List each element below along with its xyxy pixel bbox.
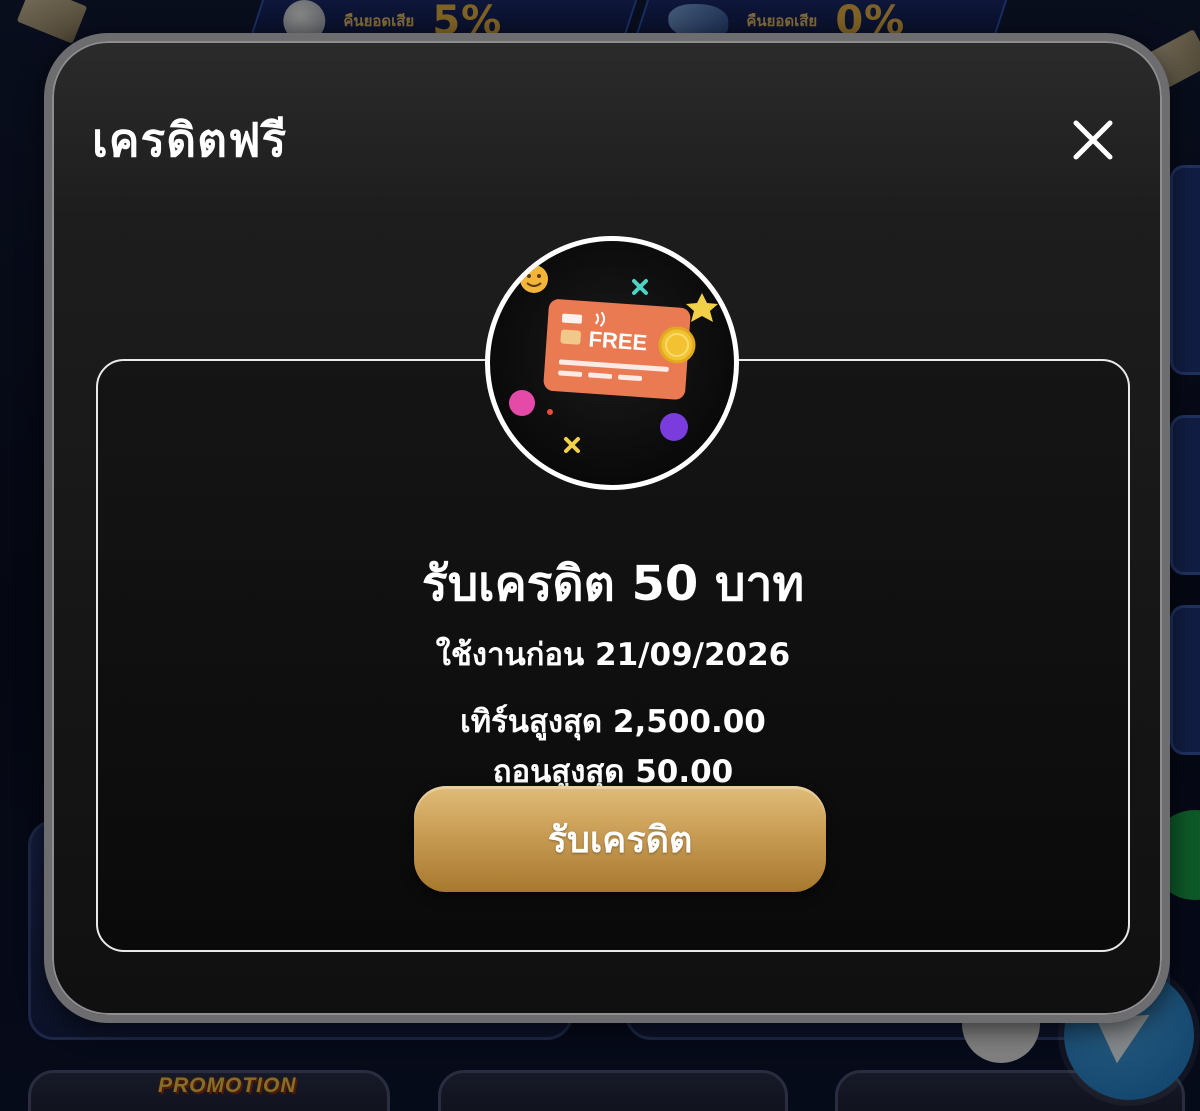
card-free-label: FREE <box>588 326 648 355</box>
claim-credit-button[interactable]: รับเครดิต <box>414 786 826 892</box>
close-button[interactable] <box>1064 111 1122 169</box>
modal-title: เครดิตฟรี <box>92 113 288 167</box>
close-icon <box>1073 120 1113 160</box>
free-credit-card-icon: FREE <box>509 265 718 453</box>
credit-amount-heading: รับเครดิต 50 บาท <box>421 556 805 612</box>
free-credit-modal: เครดิตฟรี FREE รับเครดิต 50 บาท ใช้งานก่… <box>44 33 1170 1023</box>
max-turnover: เทิร์นสูงสุด 2,500.00 <box>460 704 766 740</box>
expiry-date: ใช้งานก่อน 21/09/2026 <box>435 637 791 673</box>
free-credit-emblem: FREE <box>485 236 739 490</box>
